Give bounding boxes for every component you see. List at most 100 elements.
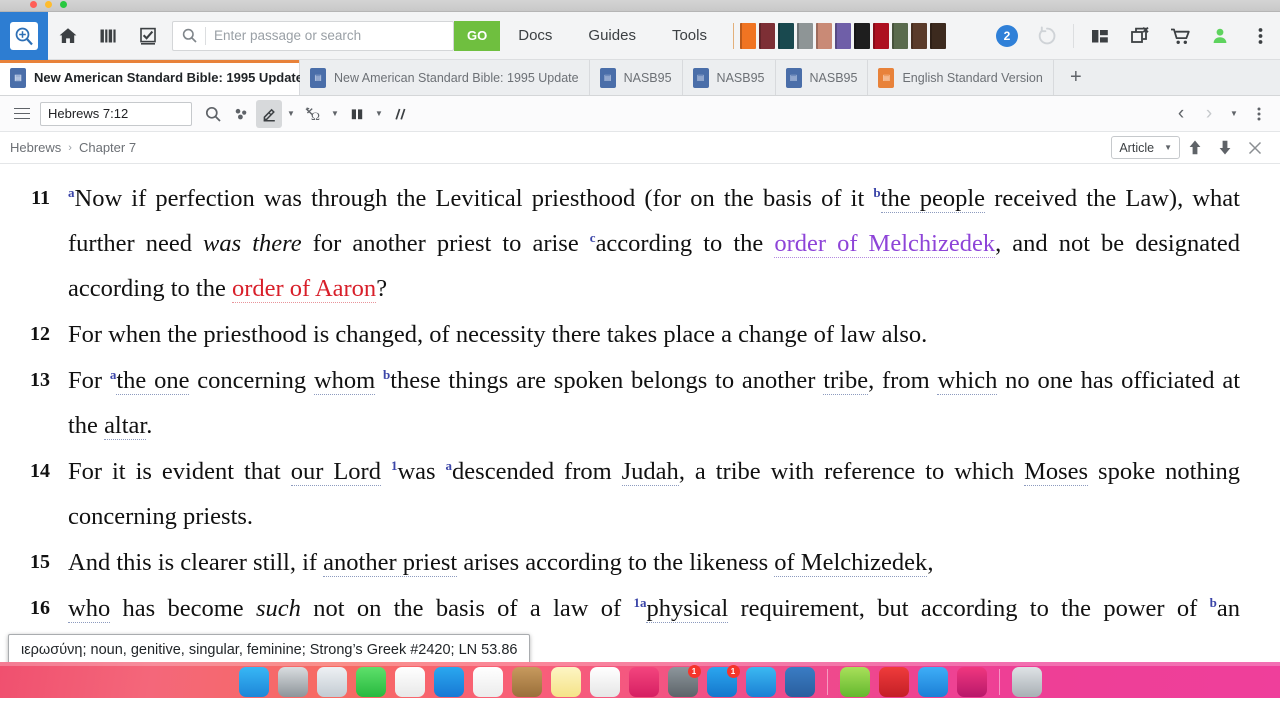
highlight-purple[interactable]: order of Melchizedek [774,230,996,258]
highlighter-dropdown-caret[interactable]: ▼ [284,109,298,118]
dock-app-notes-leather[interactable] [511,667,542,697]
visual-filters-icon[interactable] [228,100,254,128]
lexical-link[interactable]: of Melchizedek [774,549,928,577]
interlinear-dropdown-caret[interactable]: ▼ [328,109,342,118]
footnote-marker[interactable]: 1a [633,595,646,610]
account-person-icon[interactable] [1200,12,1240,60]
verse-row[interactable]: 15 And this is clearer still, if another … [8,540,1240,585]
dock-app-messages-red[interactable] [878,667,909,697]
book-violet[interactable] [834,22,851,49]
tab-1[interactable]: ▤ New American Standard Bible: 1995 Updat… [300,60,590,95]
lexical-link[interactable]: Moses [1024,458,1089,486]
sync-spinner-icon[interactable] [1027,12,1067,60]
lexical-link[interactable]: whom [313,367,376,395]
dock-app-preview[interactable] [277,667,308,697]
next-result-icon[interactable] [1210,133,1240,163]
lexical-link[interactable]: our Lord [290,458,381,486]
lexical-link[interactable]: physical [646,595,729,623]
close-search-icon[interactable] [1240,133,1270,163]
notifications-badge[interactable]: 2 [987,12,1027,60]
notes-check-icon[interactable] [128,12,168,60]
nav-guides[interactable]: Guides [570,12,654,60]
parallel-resources-icon[interactable] [388,100,414,128]
library-shortcut-row[interactable] [739,22,946,49]
breadcrumb-item-chapter[interactable]: Chapter 7 [79,140,136,155]
dock-app-facetime[interactable] [355,667,386,697]
dock-app-photos[interactable] [472,667,503,697]
cart-icon[interactable] [1160,12,1200,60]
nav-docs[interactable]: Docs [500,12,570,60]
dock-app-xcode[interactable]: 1 [706,665,740,697]
columns-icon[interactable] [344,100,370,128]
book-teal[interactable] [777,22,794,49]
lexical-link[interactable]: the people [880,185,986,213]
search-bar[interactable] [172,20,454,51]
verse-row[interactable]: 13 For athe one concerning whom bthese th… [8,358,1240,448]
highlight-red[interactable]: order of Aaron [231,275,377,303]
highlighter-icon[interactable] [256,99,282,128]
app-logo[interactable] [0,11,48,60]
dock-app-safari[interactable] [745,667,776,697]
verse-row[interactable]: 12 For when the priesthood is changed, of… [8,312,1240,357]
dock-app-system-preferences[interactable]: 1 [667,665,701,697]
dock-app-safari-blue[interactable] [433,667,464,697]
dock-app-trash[interactable] [1011,667,1042,697]
dock-app-app-store[interactable] [917,667,948,697]
dock-app-pink-app[interactable] [956,667,987,697]
close-all-windows-icon[interactable] [1120,12,1160,60]
book-red[interactable] [872,22,889,49]
lexical-link[interactable]: altar [104,412,147,440]
book-black-gold[interactable] [853,22,870,49]
book-green[interactable] [891,22,908,49]
zoom-window-button[interactable] [60,1,67,8]
book-brown[interactable] [910,22,927,49]
minimize-window-button[interactable] [45,1,52,8]
lexical-link[interactable]: another priest [323,549,458,577]
dock-app-itunes[interactable] [628,667,659,697]
next-panel-button[interactable]: › [1196,100,1222,128]
passage-pane[interactable]: 11 aNow if perfection was through the Lev… [0,164,1280,662]
lexical-link[interactable]: the one [116,367,190,395]
tab-strip[interactable]: ▤ New American Standard Bible: 1995 Updat… [0,60,1280,96]
dock-app-contacts[interactable] [589,667,620,697]
dock-app-mail[interactable] [316,667,347,697]
article-select[interactable]: Article ▼ [1111,136,1180,159]
verse-row[interactable]: 14 For it is evident that our Lord 1was a… [8,449,1240,539]
breadcrumb-item-book[interactable]: Hebrews [10,140,61,155]
dock-app-maps[interactable] [839,667,870,697]
window-traffic-lights[interactable] [30,1,67,8]
previous-panel-button[interactable]: ‹ [1168,100,1194,128]
macos-dock[interactable]: 11 [0,662,1280,698]
previous-result-icon[interactable] [1180,133,1210,163]
lexical-link[interactable]: which [937,367,998,395]
layout-panels-icon[interactable] [1080,12,1120,60]
tab-4[interactable]: ▤ NASB95 [775,60,869,95]
panel-menu-icon[interactable] [8,99,36,129]
book-darkbrown[interactable] [929,22,946,49]
verse-row[interactable]: 11 aNow if perfection was through the Lev… [8,176,1240,311]
lexical-link[interactable]: tribe [823,367,869,395]
tab-5[interactable]: ▤ English Standard Version [868,60,1054,95]
tab-0[interactable]: ▤ New American Standard Bible: 1995 Updat… [0,60,323,95]
book-rose[interactable] [815,22,832,49]
dock-app-stickies[interactable] [550,667,581,697]
book-maroon[interactable] [758,22,775,49]
close-window-button[interactable] [30,1,37,8]
new-tab-button[interactable]: + [1054,60,1098,95]
lexical-link[interactable]: who [68,595,111,623]
panel-more-icon[interactable] [1246,100,1272,128]
home-icon[interactable] [48,12,88,60]
search-input[interactable] [206,28,453,43]
search-icon[interactable] [200,100,226,128]
tab-3[interactable]: ▤ NASB95 [682,60,776,95]
book-gray[interactable] [796,22,813,49]
dock-app-row[interactable]: 11 [238,665,1042,697]
footnote-marker[interactable]: b [1210,595,1217,610]
lexical-link[interactable]: Judah [621,458,679,486]
interlinear-omega-icon[interactable]: Ω [300,100,326,128]
book-esv[interactable] [739,22,756,49]
more-vertical-icon[interactable] [1240,12,1280,60]
history-dropdown-icon[interactable]: ▼ [1224,109,1244,118]
library-icon[interactable] [88,12,128,60]
search-go-button[interactable]: GO [454,20,501,51]
